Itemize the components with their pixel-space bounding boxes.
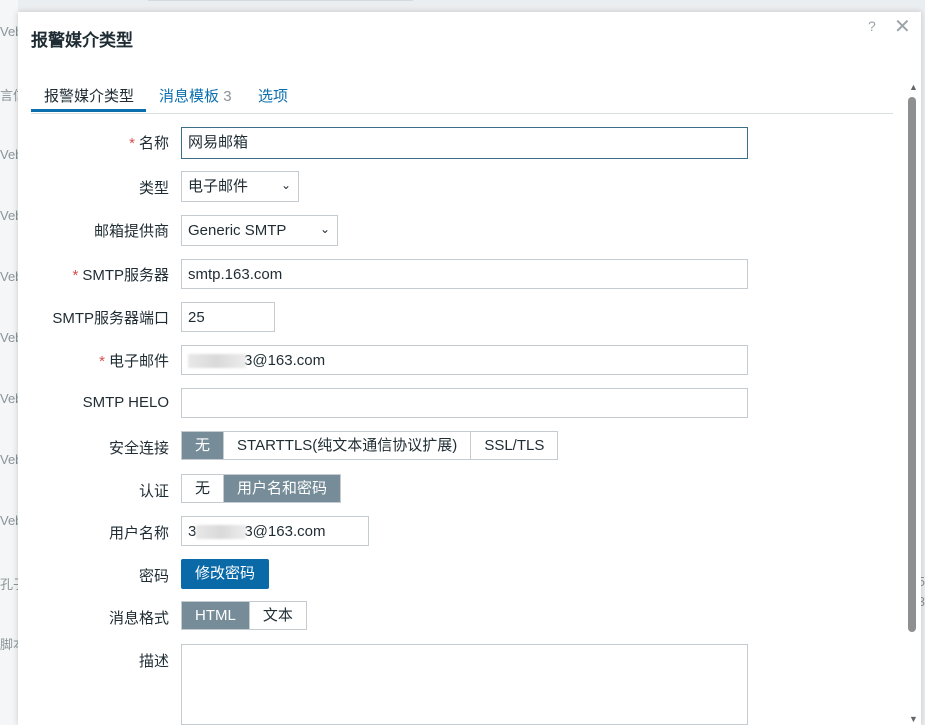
auth-option-none[interactable]: 无 bbox=[182, 475, 225, 502]
scroll-down-icon[interactable]: ▼ bbox=[909, 714, 918, 724]
smtp-port-label: SMTP服务器端口 bbox=[52, 310, 169, 327]
chevron-down-icon: ⌄ bbox=[280, 178, 291, 192]
tab-message-templates[interactable]: 消息模板 3 bbox=[159, 85, 232, 106]
provider-select[interactable]: Generic SMTP ⌄ bbox=[181, 215, 338, 246]
type-select[interactable]: 电子邮件 ⌄ bbox=[181, 171, 299, 202]
smtp-helo-label: SMTP HELO bbox=[82, 394, 169, 411]
scroll-up-icon[interactable]: ▲ bbox=[909, 82, 918, 92]
redacted-text bbox=[188, 354, 246, 369]
security-option-ssl-tls[interactable]: SSL/TLS bbox=[471, 432, 558, 459]
password-label: 密码 bbox=[138, 568, 169, 585]
smtp-helo-input[interactable] bbox=[181, 388, 748, 418]
type-label: 类型 bbox=[138, 180, 169, 197]
tab-options[interactable]: 选项 bbox=[258, 85, 288, 106]
message-format-segmented-control: HTML 文本 bbox=[181, 601, 307, 630]
format-option-text[interactable]: 文本 bbox=[249, 602, 306, 629]
active-tab-indicator bbox=[31, 109, 146, 112]
media-type-dialog: 报警媒介类型 ? ✕ 报警媒介类型 消息模板 3 选项 ▲ ▼ * 名称 网易邮箱… bbox=[18, 12, 921, 725]
scrollbar-thumb[interactable] bbox=[908, 97, 916, 632]
help-icon[interactable]: ? bbox=[868, 18, 876, 34]
security-option-none[interactable]: 无 bbox=[182, 432, 225, 459]
email-label: * 电子邮件 bbox=[99, 353, 169, 370]
tab-media-type[interactable]: 报警媒介类型 bbox=[44, 85, 134, 106]
provider-label: 邮箱提供商 bbox=[93, 223, 169, 240]
close-icon[interactable]: ✕ bbox=[894, 14, 911, 39]
name-label: * 名称 bbox=[129, 135, 169, 152]
username-prefix: 3 bbox=[188, 523, 197, 540]
auth-segmented-control: 无 用户名和密码 bbox=[181, 474, 342, 503]
change-password-button[interactable]: 修改密码 bbox=[181, 559, 270, 589]
security-segmented-control: 无 STARTTLS(纯文本通信协议扩展) SSL/TLS bbox=[181, 431, 559, 460]
tab-bar: 报警媒介类型 消息模板 3 选项 bbox=[31, 82, 893, 114]
security-option-starttls[interactable]: STARTTLS(纯文本通信协议扩展) bbox=[224, 432, 472, 459]
auth-option-username-password[interactable]: 用户名和密码 bbox=[224, 475, 341, 502]
type-select-value: 电子邮件 bbox=[188, 178, 249, 195]
required-mark: * bbox=[72, 267, 79, 284]
description-label: 描述 bbox=[138, 653, 169, 670]
email-value: 3@163.com bbox=[244, 352, 326, 369]
required-mark: * bbox=[129, 135, 135, 152]
username-label: 用户名称 bbox=[108, 525, 169, 542]
username-input[interactable]: 3 3@163.com bbox=[181, 516, 369, 546]
tab-label: 消息模板 bbox=[159, 88, 220, 105]
dialog-title: 报警媒介类型 bbox=[31, 31, 133, 50]
required-mark: * bbox=[99, 353, 105, 370]
chevron-down-icon: ⌄ bbox=[319, 222, 330, 236]
auth-label: 认证 bbox=[138, 483, 169, 500]
format-option-html[interactable]: HTML bbox=[182, 602, 250, 629]
security-label: 安全连接 bbox=[108, 440, 169, 457]
provider-select-value: Generic SMTP bbox=[188, 222, 287, 239]
name-input[interactable]: 网易邮箱 bbox=[181, 127, 748, 159]
description-textarea[interactable] bbox=[181, 644, 748, 725]
username-value: 3@163.com bbox=[244, 523, 326, 540]
tab-count-badge: 3 bbox=[223, 88, 232, 105]
redacted-text bbox=[196, 525, 247, 540]
smtp-port-input[interactable]: 25 bbox=[181, 302, 275, 332]
message-format-label: 消息格式 bbox=[108, 610, 169, 627]
background-page-column bbox=[0, 0, 18, 725]
smtp-server-input[interactable]: smtp.163.com bbox=[181, 259, 748, 289]
smtp-server-label: * SMTP服务器 bbox=[72, 267, 169, 284]
background-divider bbox=[148, 0, 413, 3]
email-input[interactable]: 3@163.com bbox=[181, 345, 748, 375]
